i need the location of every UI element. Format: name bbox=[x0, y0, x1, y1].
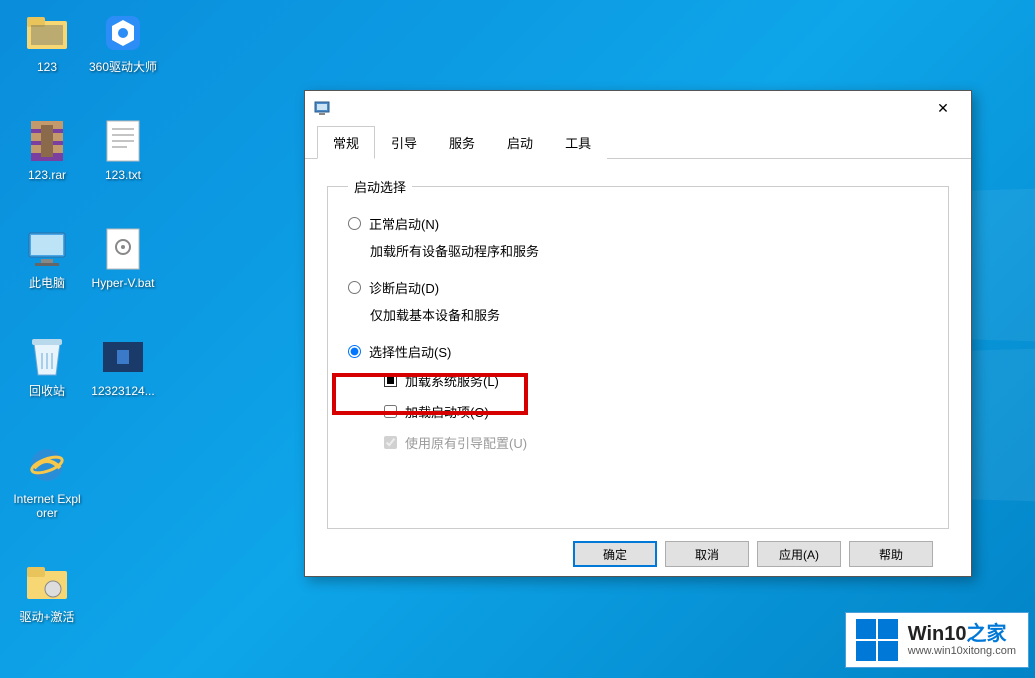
radio-selective-startup[interactable]: 选择性启动(S) bbox=[348, 342, 928, 361]
apply-button[interactable]: 应用(A) bbox=[757, 541, 841, 567]
radio-normal-startup[interactable]: 正常启动(N) bbox=[348, 214, 928, 233]
help-button[interactable]: 帮助 bbox=[849, 541, 933, 567]
check-label: 加载系统服务(L) bbox=[405, 371, 499, 390]
tab-tools[interactable]: 工具 bbox=[549, 126, 607, 159]
close-icon: ✕ bbox=[937, 100, 949, 117]
desktop-icon-image[interactable]: 12323124... bbox=[86, 334, 160, 398]
diagnostic-startup-desc: 仅加载基本设备和服务 bbox=[370, 305, 928, 324]
desktop-icon-bat[interactable]: Hyper-V.bat bbox=[86, 226, 160, 290]
desktop-icon-label: Internet Explorer bbox=[10, 492, 84, 520]
image-file-icon bbox=[100, 334, 146, 380]
close-button[interactable]: ✕ bbox=[923, 94, 963, 122]
check-load-startup[interactable]: 加载启动项(O) bbox=[384, 402, 928, 421]
desktop-icon-rar[interactable]: 123.rar bbox=[10, 118, 84, 182]
desktop-icon-label: 回收站 bbox=[29, 384, 65, 398]
desktop-icon-ie[interactable]: Internet Explorer bbox=[10, 442, 84, 520]
radio-input[interactable] bbox=[348, 281, 361, 294]
dialog-titlebar[interactable]: ✕ bbox=[305, 91, 971, 125]
desktop-icon-label: 123.txt bbox=[105, 168, 141, 182]
group-legend: 启动选择 bbox=[348, 177, 412, 196]
text-file-icon bbox=[100, 118, 146, 164]
tab-services[interactable]: 服务 bbox=[433, 126, 491, 159]
tab-strip: 常规 引导 服务 启动 工具 bbox=[305, 125, 971, 159]
check-label: 使用原有引导配置(U) bbox=[405, 433, 527, 452]
desktop-icon-label: 123 bbox=[37, 60, 57, 74]
gear-file-icon bbox=[100, 226, 146, 272]
radio-input[interactable] bbox=[348, 217, 361, 230]
startup-selection-group: 启动选择 正常启动(N) 加载所有设备驱动程序和服务 诊断启动(D) 仅加载基本… bbox=[327, 177, 949, 529]
desktop-icon-folder-driver[interactable]: 驱动+激活 bbox=[10, 560, 84, 624]
desktop-icon-360-driver[interactable]: 360驱动大师 bbox=[86, 10, 160, 74]
desktop-icon-recycle-bin[interactable]: 回收站 bbox=[10, 334, 84, 398]
tab-boot[interactable]: 引导 bbox=[375, 126, 433, 159]
desktop-icon-label: Hyper-V.bat bbox=[92, 276, 155, 290]
windows-logo-icon bbox=[856, 619, 898, 661]
radio-input[interactable] bbox=[348, 345, 361, 358]
check-load-services[interactable]: 加载系统服务(L) bbox=[384, 371, 928, 390]
radio-label: 选择性启动(S) bbox=[369, 342, 451, 361]
recycle-bin-icon bbox=[24, 334, 70, 380]
dialog-body: 启动选择 正常启动(N) 加载所有设备驱动程序和服务 诊断启动(D) 仅加载基本… bbox=[305, 159, 971, 577]
hexagon-gear-icon bbox=[100, 10, 146, 56]
ok-button[interactable]: 确定 bbox=[573, 541, 657, 567]
watermark-url: www.win10xitong.com bbox=[908, 645, 1016, 657]
tab-startup[interactable]: 启动 bbox=[491, 126, 549, 159]
watermark-title: Win10之家 bbox=[908, 623, 1016, 645]
normal-startup-desc: 加载所有设备驱动程序和服务 bbox=[370, 241, 928, 260]
checkbox-input[interactable] bbox=[384, 405, 397, 418]
radio-label: 正常启动(N) bbox=[369, 214, 439, 233]
checkbox-indeterminate[interactable] bbox=[384, 374, 397, 387]
watermark-badge: Win10之家 www.win10xitong.com bbox=[845, 612, 1029, 668]
desktop-icon-label: 123.rar bbox=[28, 168, 66, 182]
cancel-button[interactable]: 取消 bbox=[665, 541, 749, 567]
folder-icon bbox=[24, 10, 70, 56]
archive-icon bbox=[24, 118, 70, 164]
selective-options: 加载系统服务(L) 加载启动项(O) 使用原有引导配置(U) bbox=[384, 371, 928, 452]
checkbox-input bbox=[384, 436, 397, 449]
desktop-icon-folder-123[interactable]: 123 bbox=[10, 10, 84, 74]
desktop-icon-label: 此电脑 bbox=[29, 276, 65, 290]
radio-diagnostic-startup[interactable]: 诊断启动(D) bbox=[348, 278, 928, 297]
desktop-icon-this-pc[interactable]: 此电脑 bbox=[10, 226, 84, 290]
tab-general[interactable]: 常规 bbox=[317, 126, 375, 159]
desktop-icon-txt[interactable]: 123.txt bbox=[86, 118, 160, 182]
msconfig-dialog: ✕ 常规 引导 服务 启动 工具 启动选择 正常启动(N) 加载所有设备驱动程序… bbox=[304, 90, 972, 577]
radio-label: 诊断启动(D) bbox=[369, 278, 439, 297]
monitor-icon bbox=[24, 226, 70, 272]
check-use-original-boot: 使用原有引导配置(U) bbox=[384, 433, 928, 452]
desktop-icon-label: 12323124... bbox=[91, 384, 154, 398]
desktop-icon-label: 驱动+激活 bbox=[19, 610, 74, 624]
desktop-icon-label: 360驱动大师 bbox=[89, 60, 157, 74]
app-icon bbox=[313, 99, 331, 117]
check-label: 加载启动项(O) bbox=[405, 402, 489, 421]
internet-explorer-icon bbox=[24, 442, 70, 488]
folder-icon bbox=[24, 560, 70, 606]
dialog-button-row: 确定 取消 应用(A) 帮助 bbox=[327, 529, 949, 567]
